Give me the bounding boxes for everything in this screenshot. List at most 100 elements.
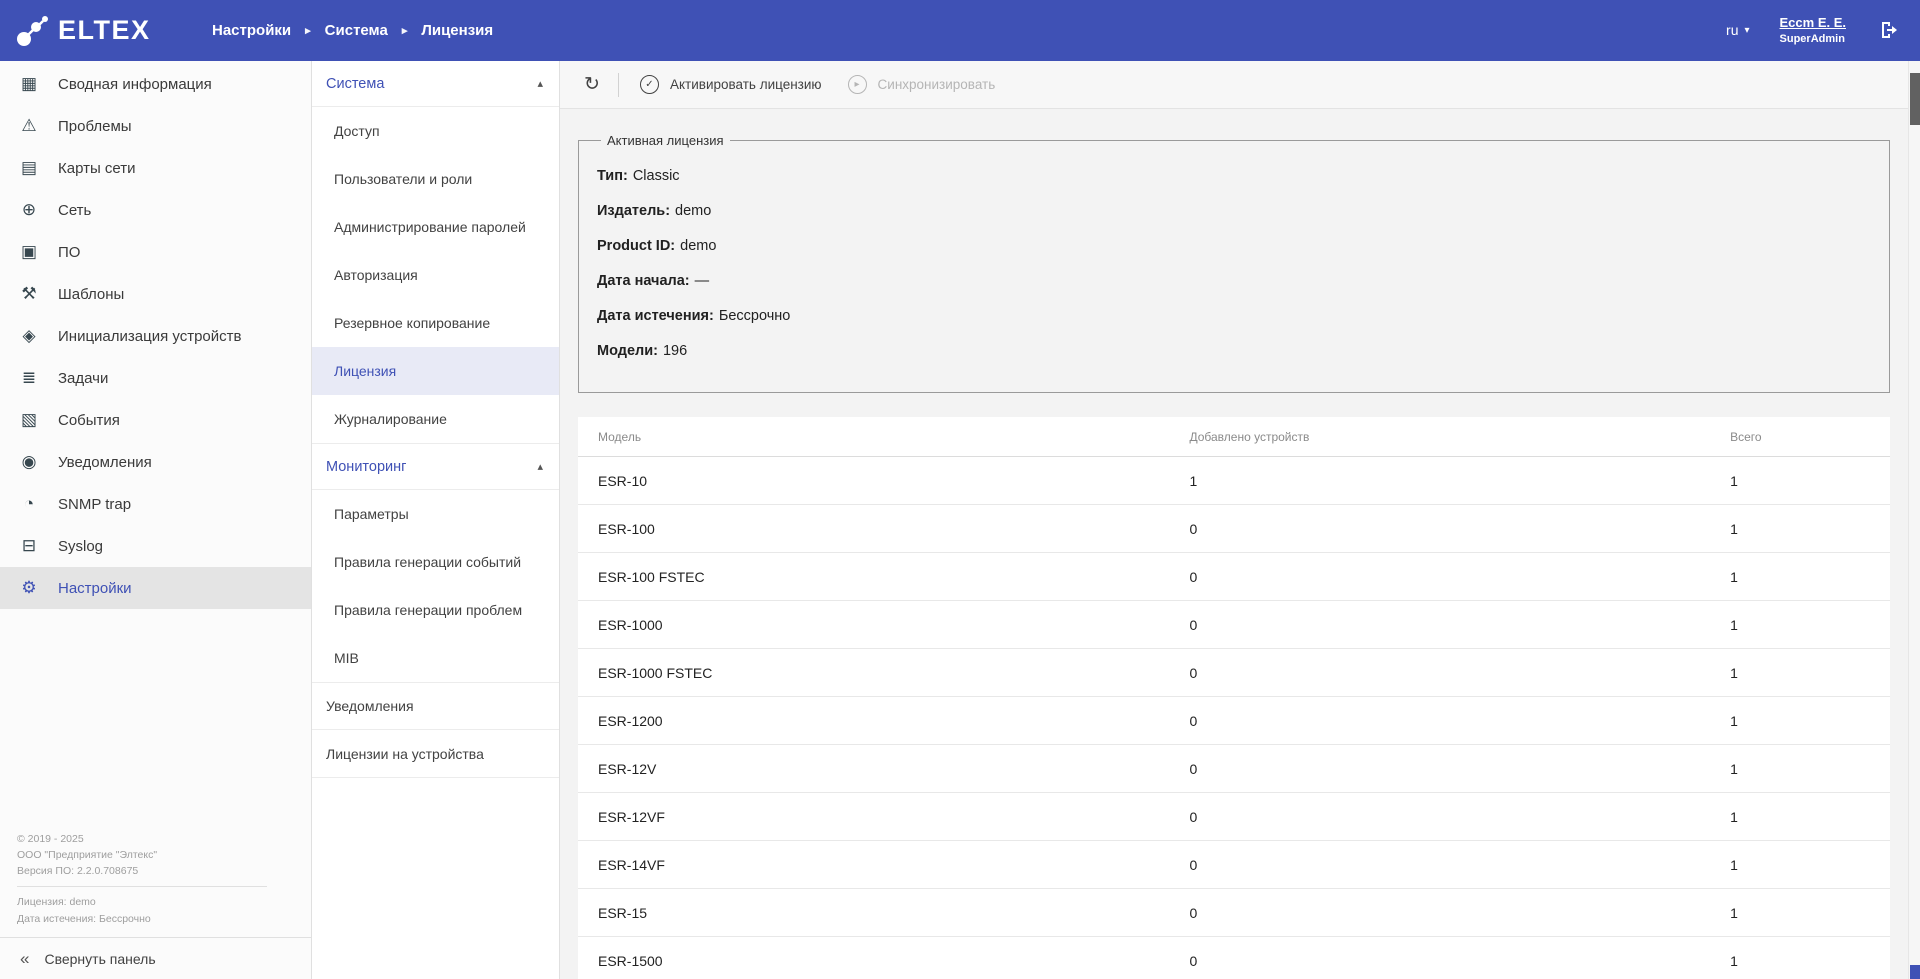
breadcrumb-item[interactable]: ▸ Лицензия bbox=[388, 22, 493, 39]
breadcrumb: ▸ Настройки ▸ Система ▸ Лицензия bbox=[212, 22, 493, 39]
table-row[interactable]: ESR-1000 FSTEC 0 1 bbox=[578, 649, 1890, 697]
language-selector[interactable]: ru ▾ bbox=[1726, 22, 1749, 38]
submenu-item[interactable]: Администрирование паролей bbox=[312, 203, 559, 251]
submenu-group-system: Система ▴ Доступ Пользователи и роли Адм… bbox=[312, 61, 559, 443]
table-row[interactable]: ESR-100 FSTEC 0 1 bbox=[578, 553, 1890, 601]
table-row[interactable]: ESR-15 0 1 bbox=[578, 889, 1890, 937]
activate-license-label: Активировать лицензию bbox=[670, 77, 822, 92]
cell-added-devices: 0 bbox=[1189, 905, 1730, 921]
sidebar-item[interactable]: ≣ Задачи bbox=[0, 357, 311, 399]
breadcrumb-sep-icon: ▸ bbox=[402, 24, 408, 37]
table-row[interactable]: ESR-1200 0 1 bbox=[578, 697, 1890, 745]
breadcrumb-item[interactable]: ▸ Система bbox=[291, 22, 388, 39]
license-field: Тип:Classic bbox=[597, 166, 1871, 187]
submenu-link-notifications[interactable]: Уведомления bbox=[312, 682, 559, 730]
breadcrumb-item[interactable]: ▸ Настройки bbox=[212, 22, 291, 39]
submenu-item[interactable]: Журналирование bbox=[312, 395, 559, 443]
syslog-icon: ⊟ bbox=[17, 536, 41, 556]
sidebar-item[interactable]: ▧ События bbox=[0, 399, 311, 441]
sidebar-item-label: Проблемы bbox=[58, 118, 132, 135]
cell-added-devices: 0 bbox=[1189, 953, 1730, 969]
sidebar-item[interactable]: ⚒ Шаблоны bbox=[0, 273, 311, 315]
table-row[interactable]: ESR-14VF 0 1 bbox=[578, 841, 1890, 889]
sidebar-item[interactable]: ▣ ПО bbox=[0, 231, 311, 273]
sidebar-item-label: Сводная информация bbox=[58, 76, 212, 93]
submenu-item[interactable]: Пользователи и роли bbox=[312, 155, 559, 203]
table-row[interactable]: ESR-100 0 1 bbox=[578, 505, 1890, 553]
collapse-panel-button[interactable]: « Свернуть панель bbox=[0, 937, 311, 979]
collapse-icon: « bbox=[20, 949, 29, 969]
submenu-header-system[interactable]: Система ▴ bbox=[312, 61, 559, 107]
expiry-text: Дата истечения: Бессрочно bbox=[17, 911, 267, 927]
scrollbar-thumb[interactable] bbox=[1910, 73, 1920, 125]
network-maps-icon: ▤ bbox=[17, 158, 41, 178]
scrollbar-down-button[interactable] bbox=[1910, 965, 1920, 979]
submenu-item[interactable]: Резервное копирование bbox=[312, 299, 559, 347]
submenu-item[interactable]: Параметры bbox=[312, 490, 559, 538]
submenu-item-label: Пользователи и роли bbox=[334, 171, 472, 187]
license-text: Лицензия: demo bbox=[17, 894, 267, 910]
cell-model: ESR-12VF bbox=[598, 809, 1189, 825]
table-row[interactable]: ESR-1500 0 1 bbox=[578, 937, 1890, 979]
submenu-link-label: Лицензии на устройства bbox=[326, 746, 484, 762]
sidebar-item-label: Карты сети bbox=[58, 160, 136, 177]
sidebar-item[interactable]: ▤ Карты сети bbox=[0, 147, 311, 189]
submenu-item[interactable]: Авторизация bbox=[312, 251, 559, 299]
sidebar-item[interactable]: ⚙ Настройки bbox=[0, 567, 311, 609]
sidebar-item[interactable]: ◔ SNMP trap bbox=[0, 483, 311, 525]
refresh-icon: ↻ bbox=[584, 73, 600, 96]
sidebar-item-label: Инициализация устройств bbox=[58, 328, 241, 345]
submenu-link-device-licenses[interactable]: Лицензии на устройства bbox=[312, 730, 559, 778]
sidebar-item-label: События bbox=[58, 412, 120, 429]
submenu-item[interactable]: Правила генерации событий bbox=[312, 538, 559, 586]
dashboard-icon: ▦ bbox=[17, 74, 41, 94]
table-row[interactable]: ESR-10 1 1 bbox=[578, 457, 1890, 505]
settings-icon: ⚙ bbox=[17, 578, 41, 598]
eltex-logo-mark bbox=[14, 13, 50, 49]
user-role: SuperAdmin bbox=[1780, 32, 1846, 47]
submenu-item[interactable]: Доступ bbox=[312, 107, 559, 155]
models-table: Модель Добавлено устройств Всего ESR-10 … bbox=[578, 417, 1890, 979]
user-menu[interactable]: Eccm E. E. SuperAdmin bbox=[1780, 14, 1846, 46]
sidebar-item-label: SNMP trap bbox=[58, 496, 131, 513]
submenu-item-label: Журналирование bbox=[334, 411, 447, 427]
submenu-item[interactable]: Правила генерации проблем bbox=[312, 586, 559, 634]
submenu-item-label: Правила генерации проблем bbox=[334, 602, 522, 618]
breadcrumb-label: Система bbox=[325, 22, 388, 39]
table-row[interactable]: ESR-12V 0 1 bbox=[578, 745, 1890, 793]
submenu-item[interactable]: Лицензия bbox=[312, 347, 559, 395]
cell-added-devices: 0 bbox=[1189, 665, 1730, 681]
license-field-value: Бессрочно bbox=[719, 308, 791, 324]
sidebar-item[interactable]: ◉ Уведомления bbox=[0, 441, 311, 483]
cell-model: ESR-12V bbox=[598, 761, 1189, 777]
vertical-scrollbar[interactable] bbox=[1908, 61, 1920, 979]
refresh-button[interactable]: ↻ bbox=[574, 67, 610, 103]
check-circle-icon: ✓ bbox=[640, 75, 659, 94]
table-row[interactable]: ESR-12VF 0 1 bbox=[578, 793, 1890, 841]
submenu-item-label: MIB bbox=[334, 650, 359, 666]
user-name[interactable]: Eccm E. E. bbox=[1780, 14, 1846, 32]
submenu-item-label: Администрирование паролей bbox=[334, 219, 526, 235]
cell-model: ESR-14VF bbox=[598, 857, 1189, 873]
sidebar-item[interactable]: ◈ Инициализация устройств bbox=[0, 315, 311, 357]
sidebar-item[interactable]: ⊟ Syslog bbox=[0, 525, 311, 567]
activate-license-button[interactable]: ✓ Активировать лицензию bbox=[627, 67, 835, 103]
device-init-icon: ◈ bbox=[17, 326, 41, 346]
license-field-value: — bbox=[695, 273, 710, 289]
company-text: ООО "Предприятие "Элтекс" bbox=[17, 847, 267, 863]
sidebar-item[interactable]: ⊕ Сеть bbox=[0, 189, 311, 231]
license-field-value: demo bbox=[675, 203, 711, 219]
submenu-item-label: Лицензия bbox=[334, 363, 396, 379]
sidebar-item[interactable]: ⚠ Проблемы bbox=[0, 105, 311, 147]
submenu-header-monitoring[interactable]: Мониторинг ▴ bbox=[312, 444, 559, 490]
submenu-item-label: Правила генерации событий bbox=[334, 554, 521, 570]
submenu-item[interactable]: MIB bbox=[312, 634, 559, 682]
toolbar: ↻ ✓ Активировать лицензию ▸ Синхронизиро… bbox=[560, 61, 1920, 109]
sidebar-item-label: Syslog bbox=[58, 538, 103, 555]
sidebar-item[interactable]: ▦ Сводная информация bbox=[0, 63, 311, 105]
synchronize-button[interactable]: ▸ Синхронизировать bbox=[835, 67, 1009, 103]
logout-button[interactable] bbox=[1876, 17, 1902, 43]
synchronize-label: Синхронизировать bbox=[878, 77, 996, 92]
table-row[interactable]: ESR-1000 0 1 bbox=[578, 601, 1890, 649]
cell-model: ESR-10 bbox=[598, 473, 1189, 489]
